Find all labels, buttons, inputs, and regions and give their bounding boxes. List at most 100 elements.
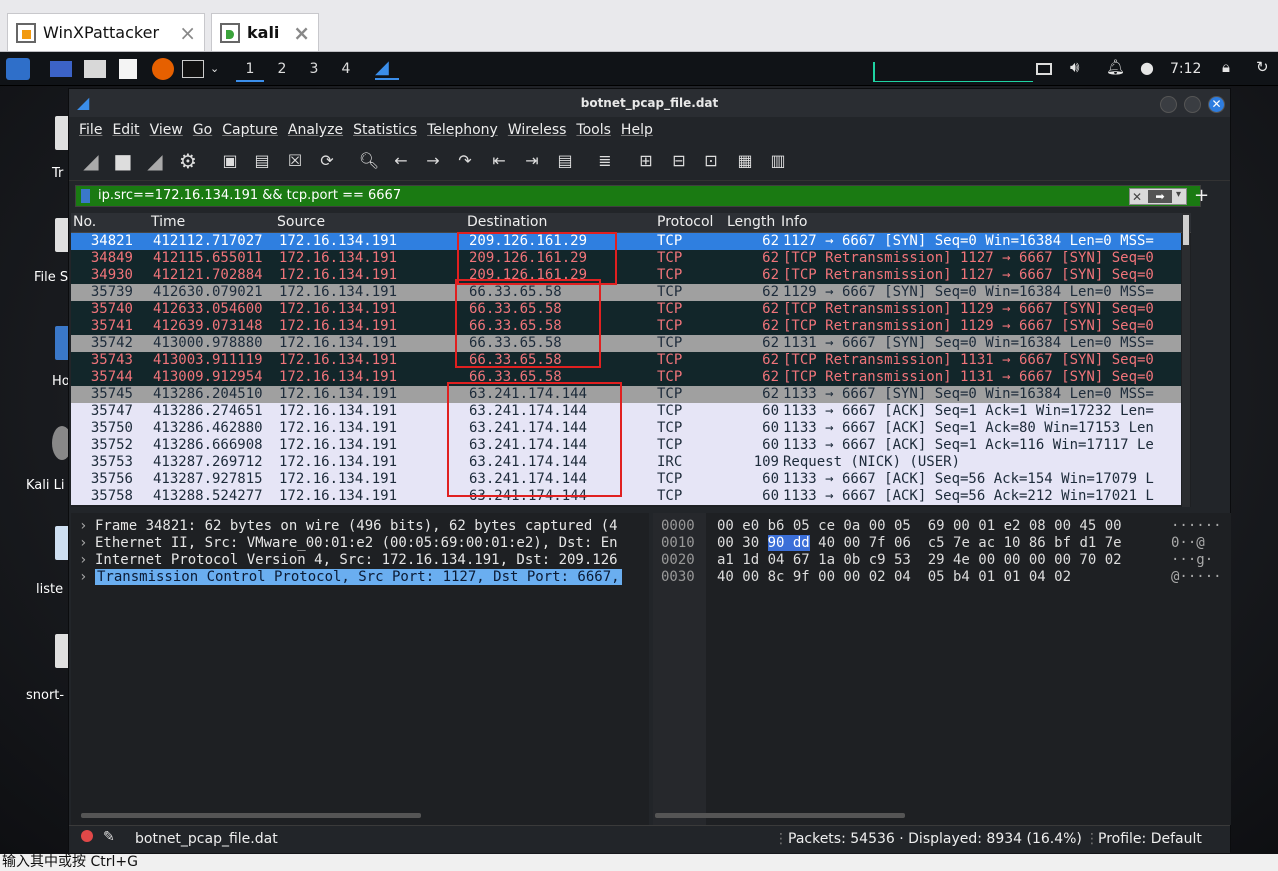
col-no[interactable]: No. bbox=[73, 214, 96, 230]
menu-statistics[interactable]: Statistics bbox=[353, 117, 417, 143]
zoom-in-icon[interactable]: ⊞ bbox=[634, 149, 658, 173]
save-file-icon[interactable]: ▤ bbox=[250, 149, 274, 173]
menu-wireless[interactable]: Wireless bbox=[508, 117, 567, 143]
start-capture-icon[interactable]: ◢ bbox=[79, 149, 103, 173]
stop-capture-icon[interactable]: ■ bbox=[111, 149, 135, 173]
normal-size-icon[interactable]: ⊡ bbox=[699, 149, 723, 173]
byte-ascii[interactable]: ······ bbox=[1171, 518, 1222, 535]
detail-ipv4[interactable]: › Internet Protocol Version 4, Src: 172.1… bbox=[79, 552, 649, 569]
byte-hex[interactable]: 00 30 90 dd 40 00 7f 06 c5 7e ac 10 86 b… bbox=[717, 535, 1122, 552]
byte-hex[interactable]: 40 00 8c 9f 00 00 02 04 05 b4 01 01 04 0… bbox=[717, 569, 1071, 586]
firefox-icon[interactable] bbox=[152, 58, 174, 80]
menu-help[interactable]: Help bbox=[621, 117, 653, 143]
packet-row[interactable]: 35744 413009.912954 172.16.134.191 66.33.65… bbox=[71, 369, 1181, 386]
clear-filter-icon[interactable]: ✕ bbox=[1132, 190, 1142, 204]
first-packet-icon[interactable]: ⇤ bbox=[487, 149, 511, 173]
packet-row[interactable]: 35742 413000.978880 172.16.134.191 66.33.65… bbox=[71, 335, 1181, 352]
last-packet-icon[interactable]: ⇥ bbox=[520, 149, 544, 173]
vm-tab-winxpattacker[interactable]: WinXPattacker × bbox=[7, 13, 205, 51]
chevron-right-icon[interactable]: › bbox=[79, 569, 95, 586]
reload-icon[interactable]: ⟳ bbox=[315, 149, 339, 173]
minimize-button[interactable] bbox=[1160, 96, 1177, 113]
scroll-thumb[interactable] bbox=[1183, 215, 1189, 245]
workspace-2[interactable]: 2 bbox=[268, 58, 296, 82]
logout-icon[interactable]: ↻ bbox=[1256, 58, 1269, 80]
chevron-right-icon[interactable]: › bbox=[79, 535, 95, 552]
menu-tools[interactable]: Tools bbox=[576, 117, 611, 143]
menu-go[interactable]: Go bbox=[193, 117, 212, 143]
packet-row[interactable]: 35747 413286.274651 172.16.134.191 63.241.1… bbox=[71, 403, 1181, 420]
packet-row[interactable]: 35752 413286.666908 172.16.134.191 63.241.1… bbox=[71, 437, 1181, 454]
byte-ascii[interactable]: @····· bbox=[1171, 569, 1222, 586]
volume-icon[interactable]: 🔊︎ bbox=[1070, 58, 1079, 80]
detail-tcp[interactable]: › Transmission Control Protocol, Src Port… bbox=[79, 569, 649, 586]
chevron-right-icon[interactable]: › bbox=[79, 552, 95, 569]
packet-row[interactable]: 35750 413286.462880 172.16.134.191 63.241.1… bbox=[71, 420, 1181, 437]
col-source[interactable]: Source bbox=[277, 214, 325, 230]
byte-ascii[interactable]: ···g· bbox=[1171, 552, 1213, 569]
chevron-down-icon[interactable]: ⌄ bbox=[210, 58, 220, 80]
capture-options-icon[interactable]: ⚙ bbox=[176, 149, 200, 173]
bell-icon[interactable]: 🔔︎ bbox=[1106, 58, 1125, 80]
display-icon[interactable] bbox=[1036, 63, 1052, 75]
byte-ascii[interactable]: 0··@ bbox=[1171, 535, 1205, 552]
vm-tab-kali[interactable]: kali × bbox=[211, 13, 319, 51]
col-time[interactable]: Time bbox=[151, 214, 185, 230]
wireshark-task-icon[interactable]: ◢ bbox=[375, 58, 399, 80]
go-forward-icon[interactable]: → bbox=[421, 149, 445, 173]
desktop-icon[interactable] bbox=[50, 61, 72, 77]
byte-hex[interactable]: a1 1d 04 67 1a 0b c9 53 29 4e 00 00 00 0… bbox=[717, 552, 1122, 569]
packet-list-scrollbar[interactable] bbox=[1182, 213, 1190, 507]
menu-analyze[interactable]: Analyze bbox=[288, 117, 343, 143]
col-length[interactable]: Length bbox=[727, 214, 775, 230]
zoom-out-icon[interactable]: ⊟ bbox=[667, 149, 691, 173]
apply-filter-icon[interactable]: ➡ bbox=[1148, 190, 1172, 203]
go-back-icon[interactable]: ← bbox=[389, 149, 413, 173]
packet-row[interactable]: 35745 413286.204510 172.16.134.191 63.241.1… bbox=[71, 386, 1181, 403]
packet-row[interactable]: 35740 412633.054600 172.16.134.191 66.33.65… bbox=[71, 301, 1181, 318]
packet-row[interactable]: 35753 413287.269712 172.16.134.191 63.241.1… bbox=[71, 454, 1181, 471]
packet-row[interactable]: 34821 412112.717027 172.16.134.191 209.126.… bbox=[71, 233, 1181, 250]
packet-row[interactable]: 35756 413287.927815 172.16.134.191 63.241.1… bbox=[71, 471, 1181, 488]
status-profile[interactable]: Profile: Default bbox=[1098, 831, 1202, 847]
menu-edit[interactable]: Edit bbox=[112, 117, 139, 143]
detail-frame[interactable]: › Frame 34821: 62 bytes on wire (496 bits… bbox=[79, 518, 649, 535]
display-filter-input[interactable]: ip.src==172.16.134.191 && tcp.port == 66… bbox=[75, 185, 1201, 207]
colorize-icon[interactable]: ≣ bbox=[593, 149, 617, 173]
edit-comment-icon[interactable]: ✎ bbox=[103, 829, 115, 845]
packet-row[interactable]: 35758 413288.524277 172.16.134.191 63.241.1… bbox=[71, 488, 1181, 505]
add-filter-button[interactable]: + bbox=[1194, 185, 1209, 206]
col-protocol[interactable]: Protocol bbox=[657, 214, 713, 230]
menu-file[interactable]: File bbox=[79, 117, 102, 143]
resize-columns-icon[interactable]: ▦ bbox=[733, 149, 757, 173]
packet-row[interactable]: 34930 412121.702884 172.16.134.191 209.126.… bbox=[71, 267, 1181, 284]
col-info[interactable]: Info bbox=[781, 214, 808, 230]
packet-row[interactable]: 34849 412115.655011 172.16.134.191 209.126.… bbox=[71, 250, 1181, 267]
autoscroll-icon[interactable]: ▤ bbox=[553, 149, 577, 173]
close-file-icon[interactable]: ☒ bbox=[283, 149, 307, 173]
lock-icon[interactable]: 🔒︎ bbox=[1222, 58, 1230, 80]
packet-row[interactable]: 35741 412639.073148 172.16.134.191 66.33.65… bbox=[71, 318, 1181, 335]
workspace-1[interactable]: 1 bbox=[236, 58, 264, 82]
close-button[interactable]: ✕ bbox=[1208, 96, 1225, 113]
close-icon[interactable]: × bbox=[293, 21, 310, 45]
menu-capture[interactable]: Capture bbox=[222, 117, 278, 143]
column-prefs-icon[interactable]: ▥ bbox=[766, 149, 790, 173]
detail-ethernet[interactable]: › Ethernet II, Src: VMware_00:01:e2 (00:0… bbox=[79, 535, 649, 552]
power-icon[interactable]: ● bbox=[1140, 58, 1154, 80]
terminal-icon[interactable] bbox=[182, 60, 204, 78]
workspace-3[interactable]: 3 bbox=[300, 58, 328, 82]
chevron-right-icon[interactable]: › bbox=[79, 518, 95, 535]
byte-hex[interactable]: 00 e0 b6 05 ce 0a 00 05 69 00 01 e2 08 0… bbox=[717, 518, 1122, 535]
workspace-4[interactable]: 4 bbox=[332, 58, 360, 82]
file-manager-icon[interactable] bbox=[84, 60, 106, 78]
packet-row[interactable]: 35743 413003.911119 172.16.134.191 66.33.65… bbox=[71, 352, 1181, 369]
menu-view[interactable]: View bbox=[150, 117, 183, 143]
text-editor-icon[interactable] bbox=[119, 59, 137, 79]
packet-row[interactable]: 35739 412630.079021 172.16.134.191 66.33.65… bbox=[71, 284, 1181, 301]
open-file-icon[interactable]: ▣ bbox=[218, 149, 242, 173]
chevron-down-icon[interactable]: ▾ bbox=[1176, 189, 1181, 200]
go-to-packet-icon[interactable]: ↷ bbox=[453, 149, 477, 173]
maximize-button[interactable] bbox=[1184, 96, 1201, 113]
find-packet-icon[interactable]: 🔍︎ bbox=[357, 149, 381, 173]
